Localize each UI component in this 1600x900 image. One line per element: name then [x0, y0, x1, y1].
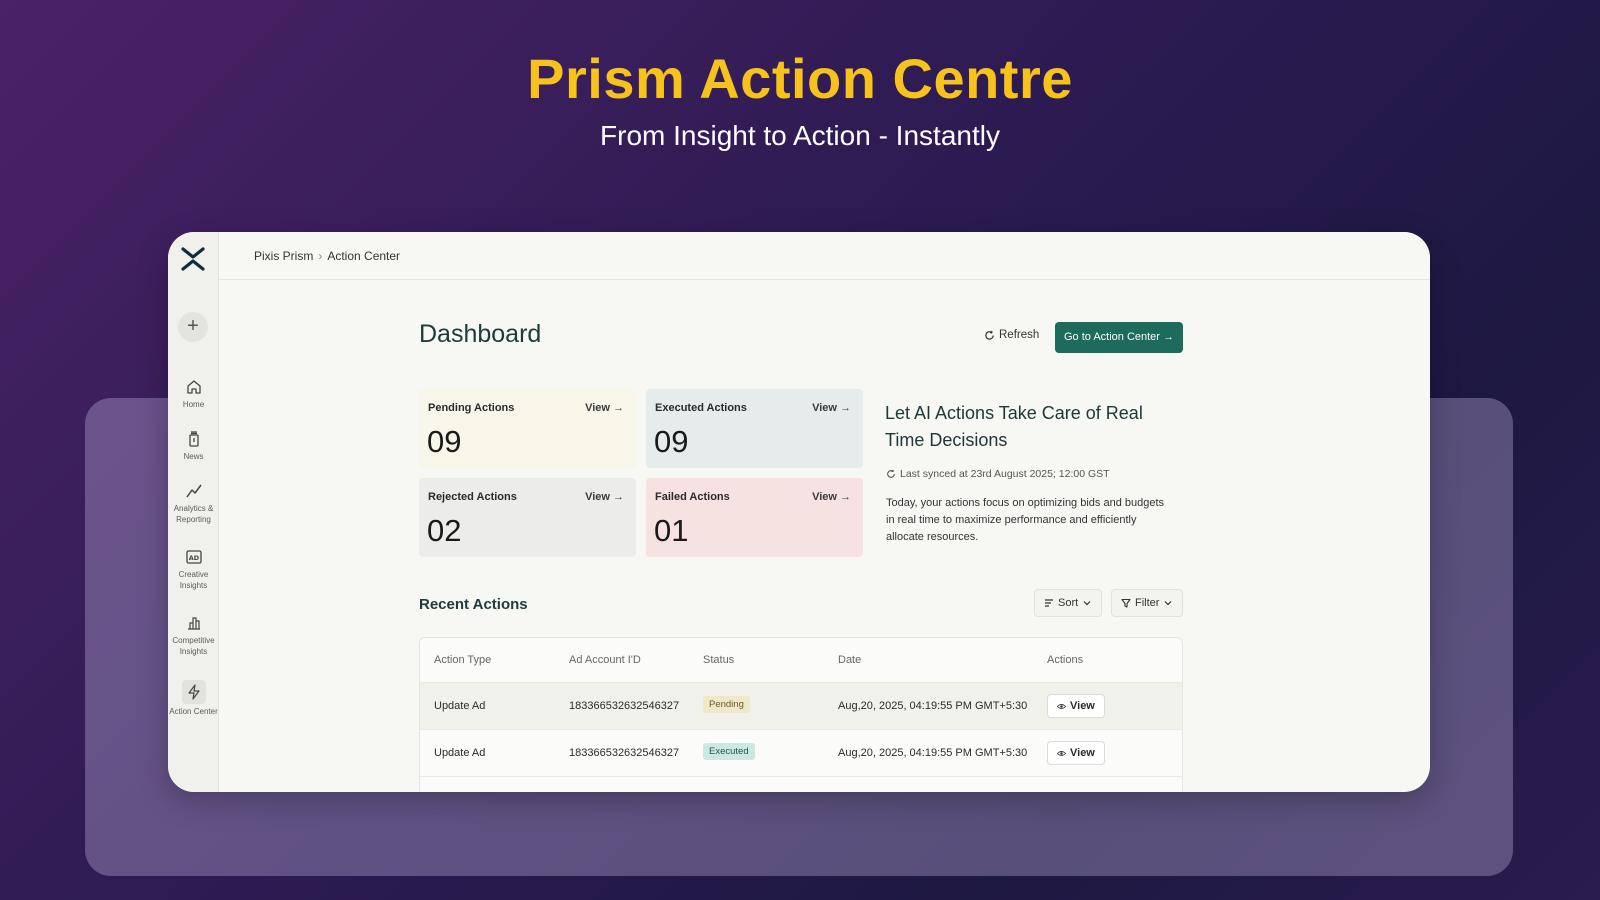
card-title: Rejected Actions	[428, 491, 517, 503]
breadcrumb-current: Action Center	[327, 249, 401, 263]
column-header: Actions	[1047, 654, 1084, 666]
executed-actions-card: Executed Actions View → 09	[646, 389, 863, 468]
app-window: + Home News Analytics & Reporting AD Cre…	[168, 232, 1430, 792]
breadcrumb-separator: ›	[318, 249, 323, 263]
sidebar-item-action-center[interactable]: Action Center	[168, 680, 219, 717]
refresh-button[interactable]: Refresh	[984, 329, 1039, 341]
date-cell: Aug,20, 2025, 04:19:55 PM GMT+5:30	[838, 700, 1028, 712]
card-value: 09	[654, 424, 689, 459]
action-type-cell: Update Ad	[434, 747, 486, 759]
sidebar-item-label: News	[183, 452, 204, 461]
card-title: Executed Actions	[655, 402, 747, 414]
sort-icon	[1045, 599, 1053, 607]
top-bar: Pixis Prism › Action Center	[219, 232, 1430, 280]
sidebar-item-creative-insights[interactable]: AD Creative Insights	[168, 548, 219, 591]
status-badge: Pending	[703, 696, 750, 713]
column-header: Action Type	[434, 654, 492, 666]
rejected-actions-card: Rejected Actions View → 02	[419, 478, 636, 557]
rejected-view-link[interactable]: View →	[585, 491, 624, 503]
account-id-cell: 183366532632546327	[569, 700, 680, 712]
table-row[interactable]: Update Ad 183366532632546327 Pending Aug…	[420, 683, 1182, 730]
hero-title: Prism Action Centre	[527, 47, 1073, 110]
analytics-icon	[185, 484, 202, 498]
last-synced-text: Last synced at 23rd August 2025; 12:00 G…	[900, 468, 1110, 480]
refresh-icon	[985, 330, 994, 340]
active-indicator	[181, 680, 206, 704]
sidebar-item-label: Creative Insights	[178, 570, 209, 590]
breadcrumb: Pixis Prism › Action Center	[254, 249, 400, 263]
column-header: Ad Account I'D	[569, 654, 641, 666]
sidebar-item-label: Action Center	[169, 707, 218, 716]
page-title: Dashboard	[419, 320, 542, 348]
refresh-label: Refresh	[999, 329, 1040, 341]
new-button[interactable]: +	[178, 312, 208, 342]
news-icon	[188, 431, 199, 447]
filter-icon	[1121, 598, 1131, 608]
column-header: Status	[703, 654, 735, 666]
sidebar-item-home[interactable]: Home	[168, 378, 219, 410]
lightning-icon	[187, 684, 200, 700]
last-synced: Last synced at 23rd August 2025; 12:00 G…	[886, 468, 1110, 480]
chevron-down-icon	[1165, 601, 1172, 606]
sidebar-item-label: Home	[182, 400, 205, 409]
sidebar-item-news[interactable]: News	[168, 430, 219, 462]
card-title: Failed Actions	[655, 491, 730, 503]
table-header: Action Type Ad Account I'D Status Date A…	[420, 638, 1182, 683]
sidebar: + Home News Analytics & Reporting AD Cre…	[168, 232, 219, 792]
breadcrumb-root[interactable]: Pixis Prism	[254, 249, 313, 263]
ad-icon: AD	[185, 550, 202, 564]
failed-view-link[interactable]: View →	[812, 491, 851, 503]
executed-view-link[interactable]: View →	[812, 402, 851, 414]
card-value: 01	[654, 513, 689, 548]
view-label: View	[1070, 747, 1095, 759]
card-title: Pending Actions	[428, 402, 515, 414]
home-icon	[186, 380, 201, 394]
action-type-cell: Update Ad	[434, 700, 486, 712]
ai-panel-description: Today, your actions focus on optimizing …	[886, 497, 1165, 543]
pending-view-link[interactable]: View →	[585, 402, 624, 414]
chevron-down-icon	[1083, 601, 1091, 606]
failed-actions-card: Failed Actions View → 01	[646, 478, 863, 557]
sidebar-item-label: Analytics & Reporting	[173, 504, 214, 524]
pixis-logo-icon[interactable]	[180, 246, 206, 272]
svg-text:AD: AD	[188, 554, 199, 562]
hero-subtitle: From Insight to Action - Instantly	[600, 120, 1000, 151]
column-header: Date	[838, 654, 862, 666]
pending-actions-card: Pending Actions View → 09	[419, 389, 636, 468]
sort-button[interactable]: Sort	[1034, 589, 1103, 617]
go-to-action-center-button[interactable]: Go to Action Center →	[1055, 322, 1183, 353]
filter-button[interactable]: Filter	[1111, 589, 1184, 617]
bar-chart-icon	[187, 617, 200, 630]
date-cell: Aug,20, 2025, 04:19:55 PM GMT+5:30	[838, 747, 1028, 759]
sidebar-item-analytics[interactable]: Analytics & Reporting	[168, 482, 219, 525]
eye-icon	[1057, 703, 1066, 709]
status-badge: Executed	[703, 743, 755, 760]
sort-label: Sort	[1058, 597, 1079, 609]
sync-icon	[887, 469, 895, 478]
filter-label: Filter	[1135, 597, 1160, 609]
table-row[interactable]: Update Ad 183366532632546327 Executed Au…	[420, 730, 1182, 777]
view-label: View	[1070, 700, 1095, 712]
eye-icon	[1057, 750, 1066, 756]
account-id-cell: 183366532632546327	[569, 747, 680, 759]
card-value: 09	[427, 424, 462, 459]
ai-panel-title: Let AI Actions Take Care of Real Time De…	[885, 403, 1143, 450]
view-button[interactable]: View	[1047, 741, 1105, 765]
recent-actions-table: Action Type Ad Account I'D Status Date A…	[419, 637, 1183, 792]
recent-actions-title: Recent Actions	[419, 596, 528, 613]
sidebar-item-label: Competitive Insights	[172, 636, 215, 656]
sidebar-item-competitive-insights[interactable]: Competitive Insights	[168, 614, 219, 657]
card-value: 02	[427, 513, 462, 548]
view-button[interactable]: View	[1047, 694, 1105, 718]
